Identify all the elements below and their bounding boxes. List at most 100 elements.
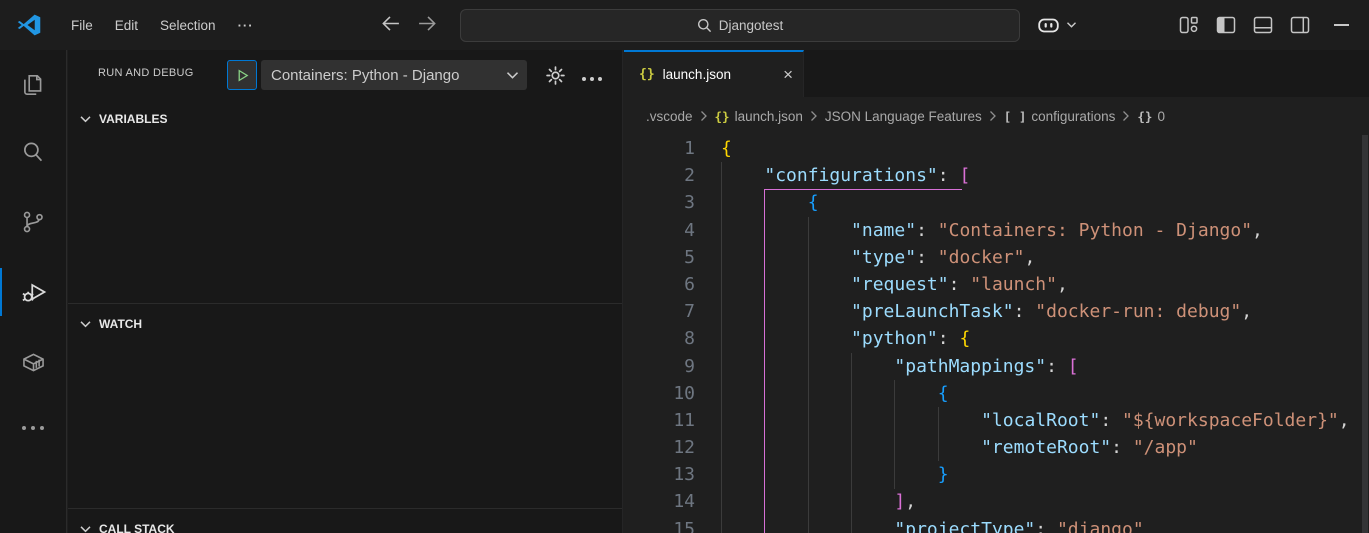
line-number[interactable]: 7 (624, 298, 721, 325)
menu-file[interactable]: File (60, 12, 104, 39)
views-more-actions-icon[interactable] (582, 77, 602, 81)
code-line[interactable]: 12 "remoteRoot": "/app" (624, 434, 1369, 461)
line-number[interactable]: 12 (624, 434, 721, 461)
debug-configuration-value: Containers: Python - Django (271, 67, 506, 84)
debug-configuration-dropdown[interactable]: Containers: Python - Django (261, 60, 527, 90)
breadcrumb-folder[interactable]: .vscode (646, 109, 693, 124)
code-line[interactable]: 9 "pathMappings": [ (624, 353, 1369, 380)
code-line[interactable]: 4 "name": "Containers: Python - Django", (624, 217, 1369, 244)
chevron-down-icon (80, 524, 91, 533)
window-minimize-button[interactable] (1334, 24, 1349, 26)
configure-gear-icon[interactable] (546, 66, 565, 85)
editor-group: {} launch.json × .vscode {} launch.json … (624, 50, 1369, 533)
copilot-menu[interactable] (1036, 14, 1077, 36)
menu-more-button[interactable]: ··· (227, 12, 265, 39)
tab-launch-json[interactable]: {} launch.json × (624, 50, 804, 97)
activity-bar (0, 50, 67, 533)
line-number[interactable]: 9 (624, 353, 721, 380)
section-label: WATCH (99, 317, 142, 331)
start-debugging-button[interactable] (227, 60, 257, 90)
code-text: "configurations": [ (721, 162, 970, 189)
symbol-object-icon: {} (1137, 109, 1152, 124)
source-control-icon[interactable] (0, 198, 66, 246)
code-line[interactable]: 3 { (624, 189, 1369, 216)
menubar-items: FileEditSelection (60, 12, 227, 39)
menu-edit[interactable]: Edit (104, 12, 149, 39)
code-text: ], (721, 488, 916, 515)
line-number[interactable]: 5 (624, 244, 721, 271)
copilot-icon (1036, 14, 1061, 36)
line-number[interactable]: 15 (624, 516, 721, 533)
code-text: "remoteRoot": "/app" (721, 434, 1198, 461)
breadcrumb-language-feature[interactable]: JSON Language Features (825, 109, 982, 124)
run-debug-toolbar: RUN AND DEBUG Containers: Python - Djang… (68, 50, 622, 100)
toggle-panel-icon[interactable] (1252, 14, 1274, 36)
go-back-button[interactable] (380, 13, 401, 34)
line-number[interactable]: 10 (624, 380, 721, 407)
call-stack-section-header[interactable]: CALL STACK (68, 517, 622, 533)
search-value: Djangotest (719, 18, 784, 33)
code-text: "name": "Containers: Python - Django", (721, 217, 1263, 244)
code-text: { (721, 189, 819, 216)
line-number[interactable]: 3 (624, 189, 721, 216)
chevron-down-icon (80, 319, 91, 329)
code-text: "request": "launch", (721, 271, 1068, 298)
chevron-right-icon (989, 110, 997, 122)
code-line[interactable]: 5 "type": "docker", (624, 244, 1369, 271)
go-forward-button[interactable] (417, 13, 438, 34)
code-line[interactable]: 1{ (624, 135, 1369, 162)
code-line[interactable]: 15 "projectType": "django" (624, 516, 1369, 533)
code-text: "pathMappings": [ (721, 353, 1079, 380)
section-divider (68, 508, 622, 509)
close-icon[interactable]: × (783, 66, 793, 83)
code-lines: 1{2 "configurations": [3 {4 "name": "Con… (624, 135, 1369, 533)
search-sidebar-icon[interactable] (0, 128, 66, 176)
line-number[interactable]: 8 (624, 325, 721, 352)
menu-selection[interactable]: Selection (149, 12, 227, 39)
chevron-down-icon (506, 71, 519, 80)
code-line[interactable]: 7 "preLaunchTask": "docker-run: debug", (624, 298, 1369, 325)
section-label: CALL STACK (99, 522, 175, 533)
code-line[interactable]: 8 "python": { (624, 325, 1369, 352)
line-number[interactable]: 13 (624, 461, 721, 488)
code-line[interactable]: 11 "localRoot": "${workspaceFolder}", (624, 407, 1369, 434)
editor-scrollbar[interactable] (1362, 135, 1368, 533)
vscode-window: FileEditSelection ··· Djangotest (0, 0, 1369, 533)
json-file-icon: {} (715, 109, 730, 124)
code-text: "preLaunchTask": "docker-run: debug", (721, 298, 1252, 325)
containers-icon[interactable] (0, 338, 66, 386)
chevron-down-icon (80, 114, 91, 124)
search-icon (697, 18, 712, 33)
code-text: { (721, 380, 949, 407)
line-number[interactable]: 1 (624, 135, 721, 162)
breadcrumb-symbol-0[interactable]: {} 0 (1137, 109, 1165, 124)
toggle-secondary-sidebar-icon[interactable] (1289, 14, 1311, 36)
code-line[interactable]: 14 ], (624, 488, 1369, 515)
code-text: "localRoot": "${workspaceFolder}", (721, 407, 1350, 434)
title-bar: FileEditSelection ··· Djangotest (0, 0, 1369, 50)
line-number[interactable]: 14 (624, 488, 721, 515)
customize-layout-icon[interactable] (1178, 14, 1200, 36)
breadcrumb-symbol-configurations[interactable]: [ ] configurations (1004, 109, 1116, 124)
line-number[interactable]: 4 (624, 217, 721, 244)
line-number[interactable]: 2 (624, 162, 721, 189)
line-number[interactable]: 11 (624, 407, 721, 434)
variables-section-header[interactable]: VARIABLES (68, 107, 622, 131)
code-line[interactable]: 6 "request": "launch", (624, 271, 1369, 298)
watch-section-header[interactable]: WATCH (68, 312, 622, 336)
code-line[interactable]: 13 } (624, 461, 1369, 488)
code-editor[interactable]: 1{2 "configurations": [3 {4 "name": "Con… (624, 135, 1369, 533)
code-line[interactable]: 2 "configurations": [ (624, 162, 1369, 189)
line-number[interactable]: 6 (624, 271, 721, 298)
chevron-right-icon (700, 110, 708, 122)
symbol-array-icon: [ ] (1004, 109, 1027, 124)
toggle-primary-sidebar-icon[interactable] (1215, 14, 1237, 36)
tab-label: launch.json (663, 67, 731, 82)
chevron-down-icon (1066, 21, 1077, 29)
code-line[interactable]: 10 { (624, 380, 1369, 407)
breadcrumb-file[interactable]: {} launch.json (715, 109, 803, 124)
command-center-search[interactable]: Djangotest (460, 9, 1020, 42)
more-views-icon[interactable] (0, 404, 66, 452)
run-and-debug-icon[interactable] (0, 268, 66, 316)
explorer-icon[interactable] (0, 61, 66, 109)
